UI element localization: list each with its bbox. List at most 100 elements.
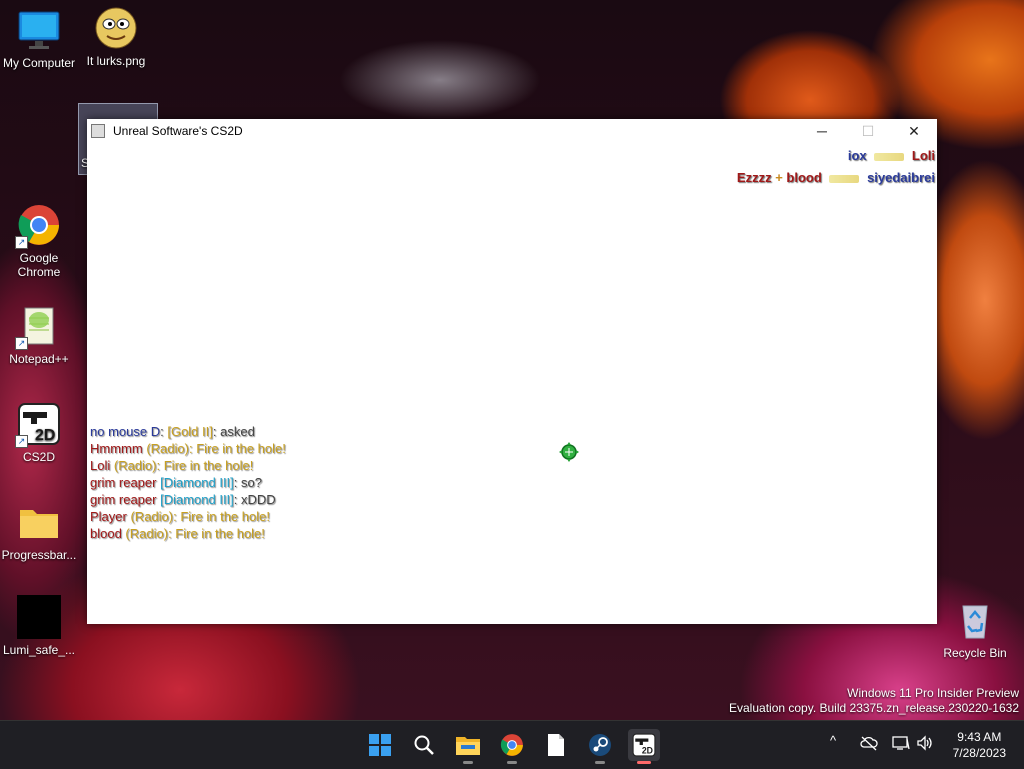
victim-name: siyedaibrei — [867, 170, 935, 185]
chrome-icon: ↗ — [15, 203, 61, 249]
chat-rank: [Diamond III] — [156, 475, 234, 490]
cs2d-window[interactable]: Unreal Software's CS2D ─ ☐ ✕ iox Loli Ez… — [87, 119, 937, 624]
network-icon[interactable] — [892, 735, 910, 754]
running-indicator — [595, 761, 605, 764]
desktop-icon-label: Notepad++ — [9, 352, 69, 366]
chat-sep: : — [160, 424, 164, 439]
crosshair-icon — [559, 442, 579, 462]
chat-radio-tag: (Radio) — [142, 441, 189, 456]
show-hidden-icons-chevron[interactable]: ^ — [830, 733, 836, 748]
chat-message: Fire in the hole! — [171, 526, 265, 541]
game-viewport[interactable]: iox Loli Ezzzz + blood siyedaibrei no mo… — [87, 143, 937, 624]
desktop-icon-google-chrome[interactable]: ↗ Google Chrome — [1, 203, 77, 279]
watermark-line-2: Evaluation copy. Build 23375.zn_release.… — [729, 701, 1019, 715]
shortcut-arrow-icon: ↗ — [15, 435, 28, 448]
desktop-icon-label: Lumi_safe_... — [2, 643, 76, 657]
rifle-icon — [874, 152, 905, 161]
victim-name: Loli — [911, 148, 935, 163]
windows-start-icon — [369, 734, 391, 756]
chat-message: Fire in the hole! — [192, 441, 286, 456]
close-button[interactable]: ✕ — [891, 119, 937, 143]
steam-taskbar-button[interactable] — [584, 729, 616, 764]
cs2d-icon: 2D — [632, 733, 656, 757]
svg-text:2D: 2D — [35, 427, 55, 444]
recycle-bin-icon — [953, 598, 997, 642]
desktop-icon-my-computer[interactable]: My Computer — [1, 8, 77, 70]
chat-player-name: Hmmmm — [90, 441, 143, 456]
assister-name: blood — [786, 170, 822, 185]
chat-line: blood (Radio): Fire in the hole! — [90, 525, 286, 542]
taskbar: 2D ^ 9:43 AM 7/28/2023 — [0, 720, 1024, 769]
running-indicator — [507, 761, 517, 764]
chat-player-name: Loli — [90, 458, 111, 473]
shortcut-arrow-icon: ↗ — [15, 337, 28, 350]
start-button[interactable] — [364, 729, 396, 761]
volume-icon[interactable] — [916, 735, 934, 754]
chat-message: asked — [216, 424, 255, 439]
taskbar-clock[interactable]: 9:43 AM 7/28/2023 — [953, 729, 1006, 761]
desktop-icon-it-lurks[interactable]: It lurks.png — [78, 6, 154, 68]
assist-plus: + — [775, 170, 783, 185]
desktop-icon-label: It lurks.png — [86, 54, 146, 68]
search-icon — [414, 735, 434, 755]
desktop-icon-label: Progressbar... — [1, 548, 77, 562]
chat-rank: [Diamond III] — [156, 492, 234, 507]
chat-message: Fire in the hole! — [160, 458, 254, 473]
chat-message: xDDD — [237, 492, 276, 507]
killer-name: Ezzzz — [736, 170, 772, 185]
desktop-icon-recycle-bin[interactable]: Recycle Bin — [937, 598, 1013, 660]
window-titlebar[interactable]: Unreal Software's CS2D ─ ☐ ✕ — [87, 119, 937, 143]
file-explorer-icon — [456, 737, 480, 755]
chat-radio-tag: (Radio) — [110, 458, 157, 473]
rifle-icon — [829, 174, 860, 183]
chat-line: Player (Radio): Fire in the hole! — [90, 508, 286, 525]
chat-player-name: no mouse D — [90, 424, 161, 439]
killfeed-row: Ezzzz + blood siyedaibrei — [737, 169, 935, 191]
app-icon — [91, 124, 105, 138]
chat-line: Loli (Radio): Fire in the hole! — [90, 457, 286, 474]
file-explorer-button[interactable] — [452, 729, 484, 764]
desktop-icon-progressbar[interactable]: Progressbar... — [1, 500, 77, 562]
notepadpp-icon: ↗ — [15, 304, 61, 350]
chat-line: Hmmmm (Radio): Fire in the hole! — [90, 440, 286, 457]
chat-radio-tag: (Radio) — [121, 526, 169, 541]
killfeed: iox Loli Ezzzz + blood siyedaibrei — [737, 147, 935, 191]
desktop-icon-cs2d[interactable]: 2D ↗ CS2D — [1, 402, 77, 464]
window-title: Unreal Software's CS2D — [113, 124, 243, 138]
search-button[interactable] — [408, 729, 440, 761]
chat-rank: [Gold II] — [167, 424, 213, 439]
clock-time: 9:43 AM — [957, 730, 1002, 744]
chrome-icon — [500, 734, 523, 756]
chat-player-name: blood — [90, 526, 122, 541]
chat-player-name: grim reaper — [90, 492, 157, 507]
chat-line: grim reaper [Diamond III]: so? — [90, 474, 286, 491]
desktop-icon-label: Recycle Bin — [943, 646, 1007, 660]
black-file-icon — [17, 595, 61, 639]
face-image-icon — [94, 6, 138, 50]
desktop-icon-notepadpp[interactable]: ↗ Notepad++ — [1, 304, 77, 366]
shortcut-arrow-icon: ↗ — [15, 236, 28, 249]
chat-line: no mouse D: [Gold II]: asked — [90, 423, 286, 440]
chat-message: so? — [237, 475, 262, 490]
desktop-icon-lumi-safe[interactable]: Lumi_safe_... — [1, 595, 77, 657]
running-indicator — [637, 761, 651, 764]
desktop-icon-label: CS2D — [22, 450, 55, 464]
cloud-offline-icon[interactable] — [860, 735, 878, 754]
desktop-icon-label: My Computer — [2, 56, 76, 70]
chat-radio-tag: (Radio) — [126, 509, 174, 524]
running-indicator — [463, 761, 473, 764]
svg-text:2D: 2D — [642, 746, 653, 756]
killer-name: iox — [847, 148, 867, 163]
watermark-line-1: Windows 11 Pro Insider Preview — [847, 686, 1019, 700]
maximize-button[interactable]: ☐ — [845, 119, 891, 143]
windows-evaluation-watermark: Windows 11 Pro Insider Preview Evaluatio… — [729, 686, 1019, 716]
chat-player-name: grim reaper — [90, 475, 157, 490]
cs2d-icon: 2D ↗ — [15, 402, 61, 448]
chat-log: no mouse D: [Gold II]: asked Hmmmm (Radi… — [90, 423, 286, 542]
folder-icon — [17, 500, 61, 544]
monitor-icon — [17, 8, 61, 52]
chrome-taskbar-button[interactable] — [496, 729, 528, 764]
notepad-taskbar-button[interactable] — [540, 729, 572, 761]
cs2d-taskbar-button[interactable]: 2D — [628, 729, 660, 764]
minimize-button[interactable]: ─ — [799, 119, 845, 143]
